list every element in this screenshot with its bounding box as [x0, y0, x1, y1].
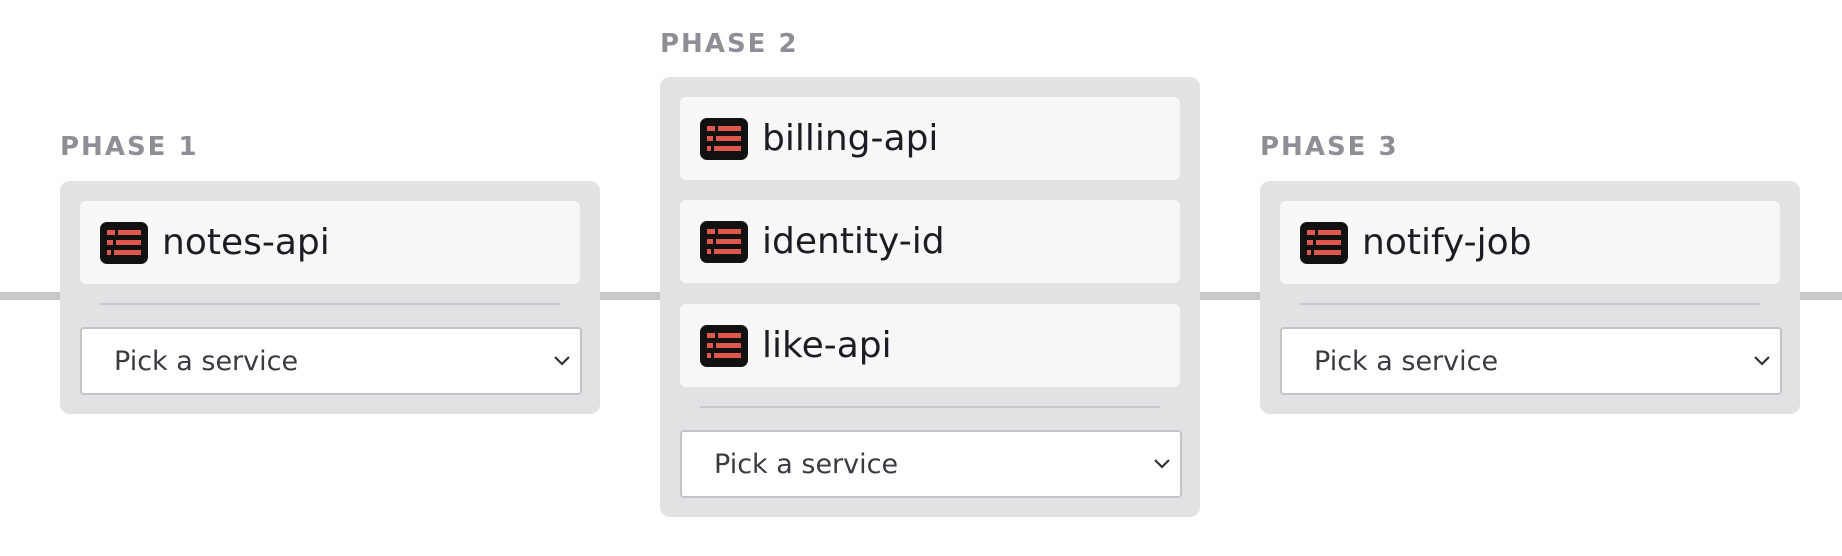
divider — [700, 406, 1160, 408]
service-picker-select[interactable]: Pick a service — [1280, 327, 1782, 395]
service-name: like-api — [762, 325, 892, 366]
service-name: notify-job — [1362, 222, 1532, 263]
service-card[interactable]: like-api — [680, 304, 1180, 387]
phase-container: notify-job Pick a service — [1260, 181, 1800, 414]
divider — [1300, 303, 1760, 305]
phase-container: billing-api identity-id like-api Pick a … — [660, 77, 1200, 517]
service-name: billing-api — [762, 118, 939, 159]
service-icon — [100, 221, 148, 264]
phase-label: PHASE 2 — [660, 29, 799, 59]
service-name: identity-id — [762, 221, 945, 262]
phase-container: notes-api Pick a service — [60, 181, 600, 414]
chevron-down-icon — [552, 351, 572, 371]
picker-placeholder: Pick a service — [1314, 345, 1499, 377]
picker-placeholder: Pick a service — [714, 448, 899, 480]
service-icon — [700, 324, 748, 367]
divider — [100, 303, 560, 305]
picker-placeholder: Pick a service — [114, 345, 299, 377]
phase-label: PHASE 3 — [1260, 132, 1399, 162]
service-name: notes-api — [162, 222, 330, 263]
service-card[interactable]: identity-id — [680, 200, 1180, 283]
phase-label: PHASE 1 — [60, 132, 199, 162]
chevron-down-icon — [1152, 454, 1172, 474]
service-icon — [700, 117, 748, 160]
service-icon — [700, 220, 748, 263]
service-card[interactable]: notes-api — [80, 201, 580, 284]
chevron-down-icon — [1752, 351, 1772, 371]
service-picker-select[interactable]: Pick a service — [680, 430, 1182, 498]
service-picker-select[interactable]: Pick a service — [80, 327, 582, 395]
service-icon — [1300, 221, 1348, 264]
service-card[interactable]: billing-api — [680, 97, 1180, 180]
service-card[interactable]: notify-job — [1280, 201, 1780, 284]
